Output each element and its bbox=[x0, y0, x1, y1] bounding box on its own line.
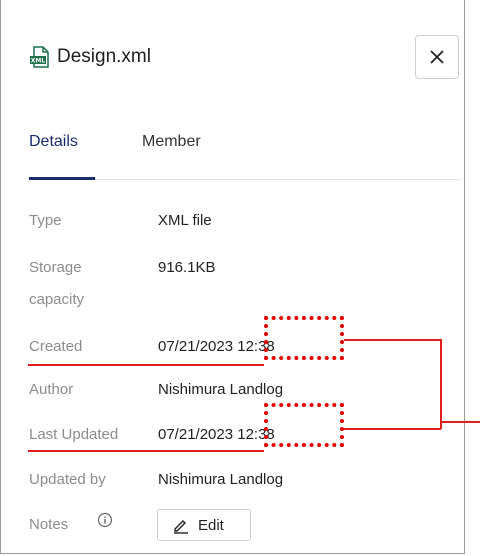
updated-connector-line bbox=[344, 428, 441, 430]
last-updated-label: Last Updated bbox=[29, 426, 119, 443]
created-row-underline bbox=[28, 364, 264, 366]
bracket-pointer-line bbox=[440, 421, 480, 423]
type-label: Type bbox=[29, 212, 62, 229]
details-panel: XML Design.xml Details Member Type XML f… bbox=[0, 0, 465, 554]
created-connector-line bbox=[344, 339, 441, 341]
edit-notes-button[interactable]: Edit bbox=[157, 509, 251, 541]
close-icon bbox=[430, 50, 444, 64]
bracket-vertical-line bbox=[440, 339, 442, 429]
storage-value: 916.1KB bbox=[158, 259, 216, 276]
storage-label-line1: Storage bbox=[29, 259, 82, 276]
updated-by-label: Updated by bbox=[29, 471, 106, 488]
created-value: 07/21/2023 12:38 bbox=[158, 338, 275, 355]
xml-file-icon: XML bbox=[30, 46, 49, 68]
info-icon[interactable] bbox=[97, 512, 113, 528]
updated-by-value: Nishimura Landlog bbox=[158, 471, 284, 488]
active-tab-indicator bbox=[29, 177, 95, 180]
panel-title: Design.xml bbox=[57, 46, 151, 67]
panel-header: XML Design.xml bbox=[29, 46, 151, 68]
storage-label-line2: capacity bbox=[29, 291, 85, 308]
svg-text:XML: XML bbox=[31, 58, 46, 65]
created-label: Created bbox=[29, 338, 83, 355]
tab-bar: Details Member bbox=[29, 133, 461, 180]
tab-member[interactable]: Member bbox=[142, 133, 201, 151]
type-value: XML file bbox=[158, 212, 212, 229]
author-label: Author bbox=[29, 381, 74, 398]
edit-label: Edit bbox=[198, 516, 224, 534]
author-value: Nishimura Landlog bbox=[158, 381, 284, 398]
tab-details[interactable]: Details bbox=[29, 133, 78, 151]
notes-label: Notes bbox=[29, 516, 69, 533]
created-time-highlight bbox=[264, 316, 344, 360]
pencil-icon bbox=[174, 520, 188, 534]
last-updated-value: 07/21/2023 12:38 bbox=[158, 426, 275, 443]
updated-time-highlight bbox=[264, 403, 344, 447]
close-button[interactable] bbox=[415, 35, 459, 79]
updated-row-underline bbox=[28, 450, 264, 452]
